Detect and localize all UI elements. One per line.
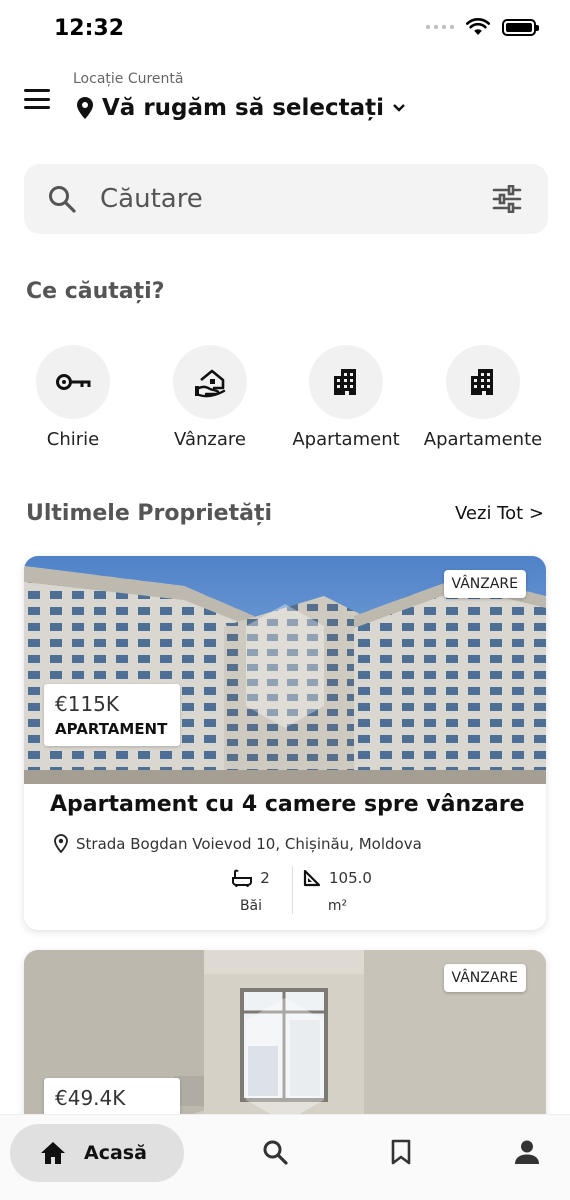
property-image: VÂNZARE €115K APARTAMENT xyxy=(24,556,546,784)
category-list: Chirie Vânzare Apartament Apartamente xyxy=(0,345,570,455)
building-icon xyxy=(471,369,493,395)
nav-home-label: Acasă xyxy=(84,1142,147,1164)
property-stats: 2 Băi 105.0 m² xyxy=(210,866,382,914)
nav-saved-button[interactable] xyxy=(390,1139,412,1169)
stat-baths-value: 2 xyxy=(260,869,270,887)
area-ruler-icon xyxy=(303,869,321,887)
search-icon xyxy=(263,1140,288,1165)
property-type: APARTAMENT xyxy=(55,720,168,738)
listing-type-badge: VÂNZARE xyxy=(443,964,526,992)
category-icon-circle xyxy=(446,345,520,419)
property-price: €115K xyxy=(55,692,120,716)
wifi-icon xyxy=(466,18,490,35)
property-price: €49.4K xyxy=(55,1086,126,1110)
latest-properties-title: Ultimele Proprietăți xyxy=(26,501,272,526)
category-chirie[interactable]: Chirie xyxy=(3,345,143,450)
building-icon xyxy=(334,369,356,395)
property-title: Apartament cu 4 camere spre vânzare xyxy=(50,792,525,817)
categories-title: Ce căutați? xyxy=(26,279,165,304)
category-icon-circle xyxy=(36,345,110,419)
menu-button[interactable] xyxy=(24,88,50,110)
bottom-navigation: Acasă xyxy=(0,1114,570,1200)
category-label: Apartamente xyxy=(423,429,543,450)
price-tag: €115K APARTAMENT xyxy=(44,684,180,746)
property-address: Strada Bogdan Voievod 10, Chișinău, Mold… xyxy=(54,834,422,853)
house-hand-icon xyxy=(195,369,226,398)
see-all-link[interactable]: Vezi Tot > xyxy=(455,503,544,524)
status-time: 12:32 xyxy=(54,16,125,41)
category-apartamente[interactable]: Apartamente xyxy=(413,345,553,450)
search-bar xyxy=(24,164,548,234)
chevron-down-icon xyxy=(393,104,405,112)
location-pin-icon xyxy=(77,97,93,119)
stat-baths: 2 Băi xyxy=(210,866,292,914)
category-label: Apartament xyxy=(292,429,400,450)
property-card[interactable]: VÂNZARE €115K APARTAMENT Apartament cu 4… xyxy=(24,556,546,930)
location-selector[interactable]: Vă rugăm să selectați xyxy=(76,95,406,121)
category-label: Vânzare xyxy=(174,429,246,450)
price-tag: €49.4K xyxy=(44,1078,180,1118)
battery-icon xyxy=(502,18,539,36)
key-icon xyxy=(56,374,91,390)
search-input[interactable] xyxy=(100,178,480,220)
nav-search-button[interactable] xyxy=(262,1139,288,1169)
status-icons xyxy=(426,18,539,36)
stat-area-value: 105.0 xyxy=(329,869,372,887)
home-icon xyxy=(41,1142,65,1164)
bookmark-icon xyxy=(391,1139,411,1165)
category-label: Chirie xyxy=(46,429,100,450)
location-pin-icon xyxy=(54,834,68,853)
stat-area-unit: m² xyxy=(327,898,348,914)
signal-icon xyxy=(426,25,454,29)
location-value: Vă rugăm să selectați xyxy=(102,95,385,121)
property-address-text: Strada Bogdan Voievod 10, Chișinău, Mold… xyxy=(76,834,422,853)
nav-home-button[interactable]: Acasă xyxy=(10,1124,184,1182)
profile-icon xyxy=(515,1140,539,1164)
category-icon-circle xyxy=(173,345,247,419)
location-caption: Locație Curentă xyxy=(73,71,184,87)
stat-baths-label: Băi xyxy=(239,898,263,914)
header: Locație Curentă Vă rugăm să selectați xyxy=(0,62,570,142)
category-icon-circle xyxy=(309,345,383,419)
status-bar: 12:32 xyxy=(0,0,570,62)
category-apartament[interactable]: Apartament xyxy=(276,345,416,450)
category-vanzare[interactable]: Vânzare xyxy=(140,345,280,450)
filter-icon[interactable] xyxy=(492,185,522,213)
search-icon xyxy=(49,186,76,213)
stat-area: 105.0 m² xyxy=(292,866,382,914)
listing-type-badge: VÂNZARE xyxy=(443,570,526,598)
bathtub-icon xyxy=(232,869,253,887)
nav-profile-button[interactable] xyxy=(514,1139,540,1169)
